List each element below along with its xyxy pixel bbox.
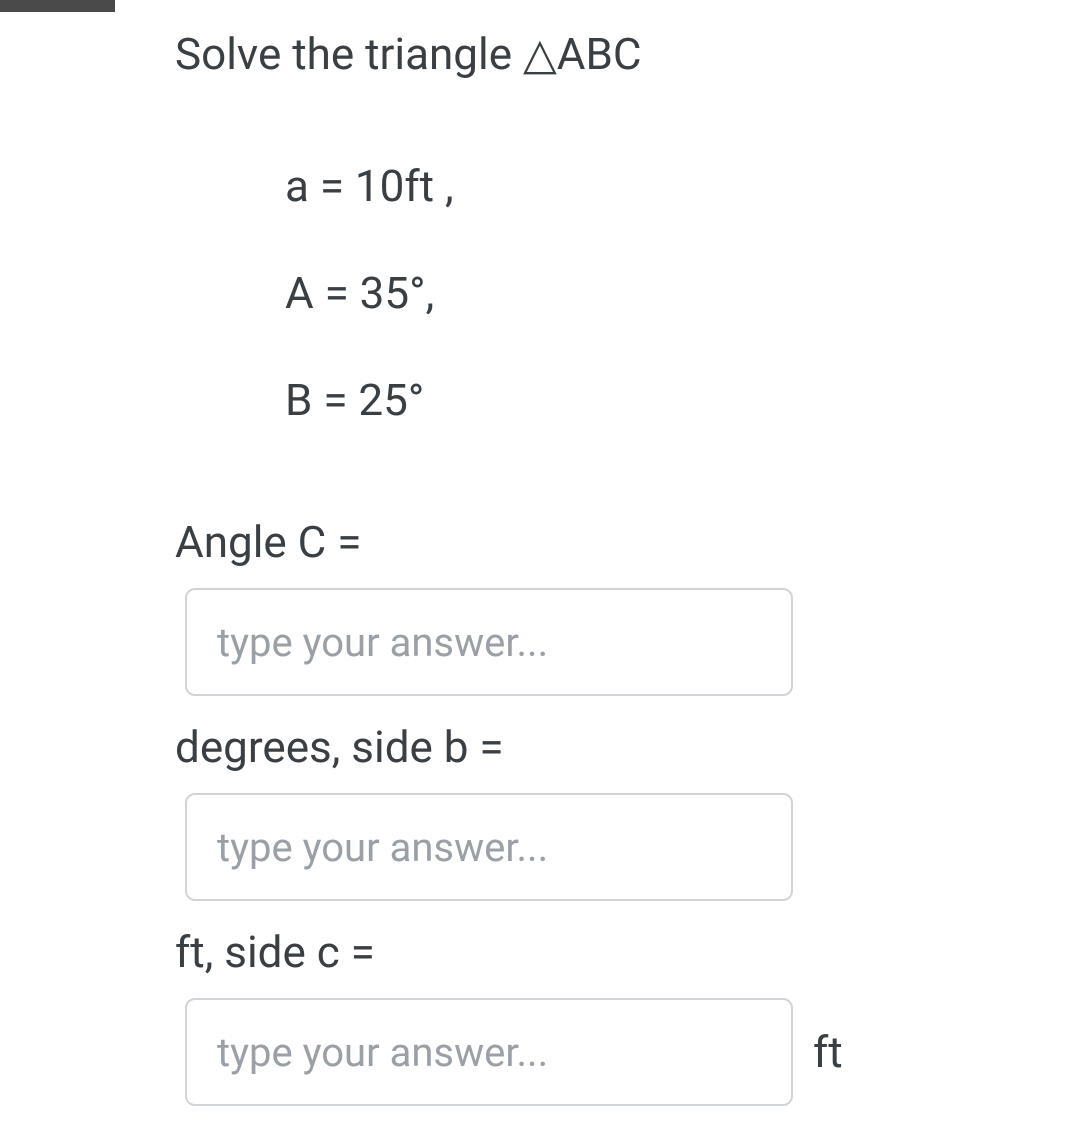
- top-accent-bar: [0, 0, 115, 12]
- angle-c-input[interactable]: [185, 588, 793, 696]
- given-values: a = 10ft , A = 35°, B = 25°: [175, 160, 1079, 426]
- problem-content: Solve the triangle △ABC a = 10ft , A = 3…: [0, 0, 1079, 1106]
- side-b-input-row: [175, 793, 1079, 901]
- side-c-input[interactable]: [185, 998, 793, 1106]
- side-c-label: ft, side c =: [175, 926, 1079, 978]
- side-b-label: degrees, side b =: [175, 721, 1079, 773]
- side-c-unit: ft: [813, 1026, 843, 1078]
- angle-c-input-row: [175, 588, 1079, 696]
- side-b-input[interactable]: [185, 793, 793, 901]
- given-side-a: a = 10ft ,: [285, 160, 1079, 212]
- title-prefix: Solve the triangle: [175, 28, 523, 80]
- problem-title: Solve the triangle △ABC: [175, 28, 1079, 80]
- angle-c-label: Angle C =: [175, 516, 1079, 568]
- given-angle-a: A = 35°,: [285, 267, 1079, 319]
- given-angle-b: B = 25°: [285, 374, 1079, 426]
- triangle-symbol-label: △ABC: [523, 28, 642, 80]
- answer-section: Angle C = degrees, side b = ft, side c =…: [175, 516, 1079, 1106]
- side-c-input-row: ft: [175, 998, 1079, 1106]
